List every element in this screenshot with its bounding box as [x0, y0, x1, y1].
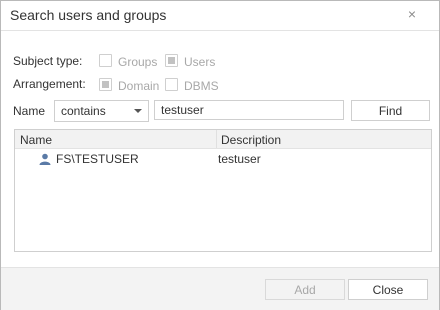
table-row[interactable]: FS\TESTUSER testuser: [15, 149, 431, 169]
dialog-titlebar: Search users and groups ×: [1, 1, 439, 31]
groups-checkbox[interactable]: [99, 54, 112, 67]
dialog-title: Search users and groups: [10, 7, 167, 23]
dialog-footer: Add Close: [1, 267, 439, 310]
arrangement-label: Arrangement:: [13, 77, 86, 91]
find-button[interactable]: Find: [351, 100, 430, 121]
groups-checkbox-label: Groups: [118, 55, 158, 69]
users-checkbox-label: Users: [184, 55, 216, 69]
domain-checkbox[interactable]: [99, 78, 112, 91]
dbms-checkbox[interactable]: [165, 78, 178, 91]
chevron-down-icon: [134, 109, 142, 113]
row-name-cell: FS\TESTUSER: [56, 152, 139, 166]
name-label: Name: [13, 104, 46, 118]
match-mode-value: contains: [61, 104, 106, 118]
search-users-dialog: Search users and groups × Subject type: …: [0, 0, 440, 310]
row-description-cell: testuser: [218, 152, 261, 166]
user-icon: [39, 153, 51, 165]
results-table-header: Name Description: [15, 130, 431, 149]
match-mode-select[interactable]: contains: [54, 100, 149, 122]
add-button[interactable]: Add: [265, 279, 345, 300]
close-button[interactable]: Close: [348, 279, 428, 300]
results-table: Name Description FS\TESTUSER testuser: [14, 129, 432, 252]
column-header-name[interactable]: Name: [20, 133, 52, 147]
users-checkbox[interactable]: [165, 54, 178, 67]
dbms-checkbox-label: DBMS: [184, 79, 219, 93]
close-icon[interactable]: ×: [405, 7, 419, 21]
domain-checkbox-label: Domain: [118, 79, 160, 93]
subject-type-label: Subject type:: [13, 54, 83, 68]
search-input[interactable]: [154, 100, 344, 120]
column-header-description[interactable]: Description: [221, 133, 281, 147]
column-divider[interactable]: [216, 130, 217, 148]
